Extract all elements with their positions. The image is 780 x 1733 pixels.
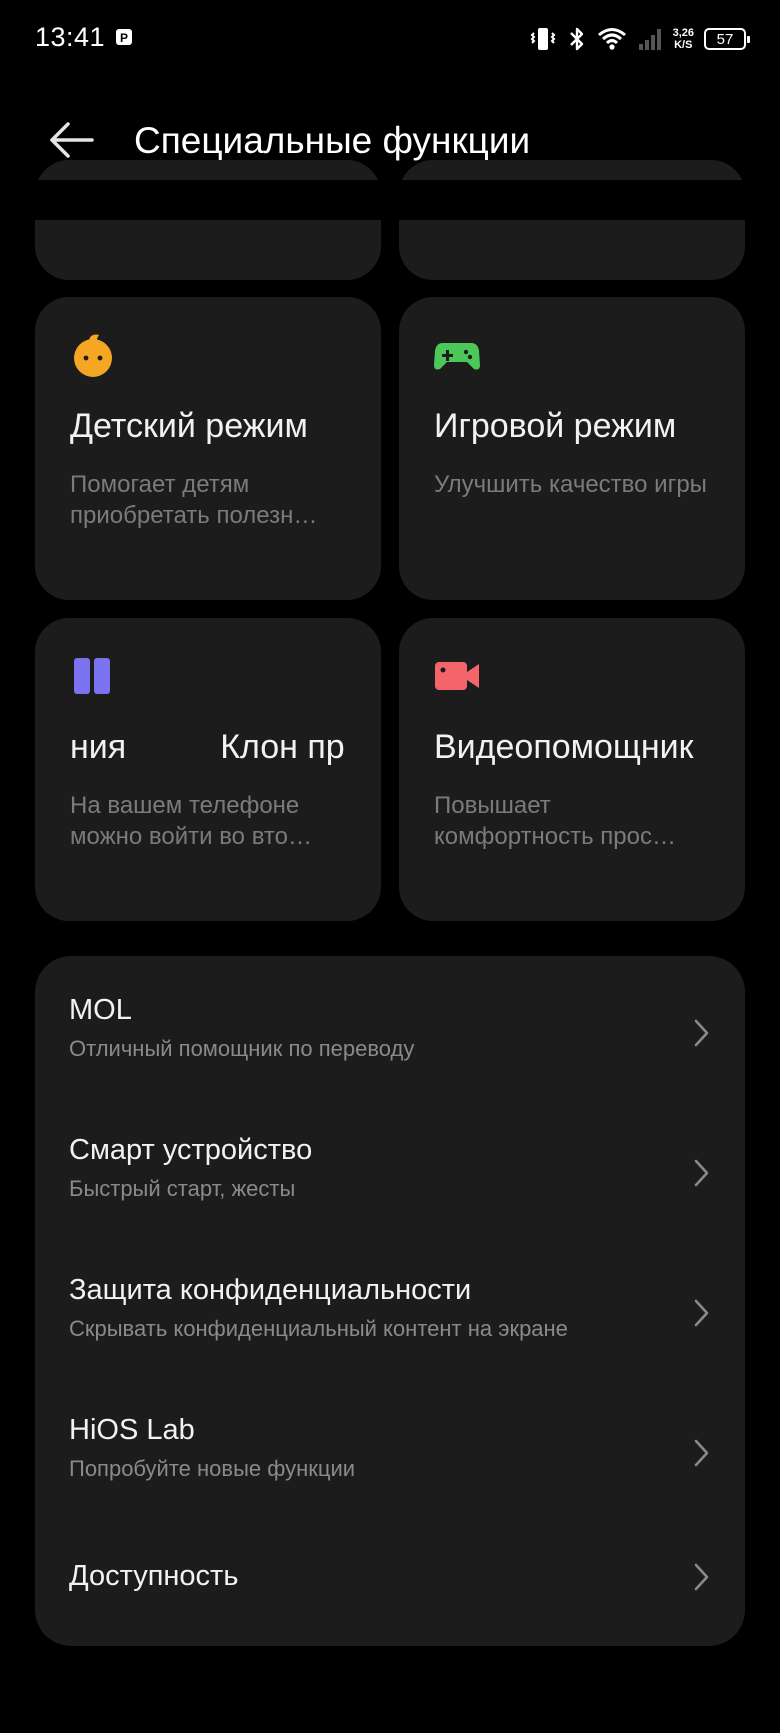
list-item-smart-device[interactable]: Смарт устройство Быстрый старт, жесты: [35, 1116, 745, 1236]
list-item-subtitle: Скрывать конфиденциальный контент на экр…: [69, 1316, 568, 1341]
chevron-right-icon: [694, 1439, 709, 1467]
battery-indicator: 57: [704, 28, 750, 50]
card-game-mode[interactable]: Игровой режим Улучшить качество игры: [399, 297, 745, 600]
list-item-mol[interactable]: MOL Отличный помощник по переводу: [35, 976, 745, 1096]
card-app-clone[interactable]: ния Клон пр На вашем телефоне можно войти…: [35, 618, 381, 921]
card-description: Улучшить качество игры: [434, 471, 707, 498]
list-item-subtitle: Отличный помощник по переводу: [69, 1036, 415, 1061]
parking-app-icon: P: [116, 29, 132, 45]
status-bar: 13:41 P 3,26 K/S 57: [0, 0, 780, 80]
gamepad-icon: [434, 343, 480, 370]
card-title-part1: ния: [70, 728, 127, 766]
svg-text:P: P: [120, 31, 128, 45]
list-item-accessibility[interactable]: Доступность: [35, 1536, 745, 1656]
card-title-marquee: ния Клон пр: [70, 728, 381, 772]
card-title-part2: Клон пр: [220, 728, 345, 766]
partial-card-right[interactable]: [399, 160, 745, 280]
wifi-icon: [597, 28, 626, 50]
vibrate-icon: [530, 28, 555, 50]
settings-list: MOL Отличный помощник по переводу Смарт …: [35, 956, 745, 1646]
list-item-title: Защита конфиденциальности: [69, 1274, 472, 1306]
back-arrow-icon[interactable]: [46, 118, 96, 162]
card-description: Повышает комфортность прос…: [434, 792, 676, 850]
card-video-assistant[interactable]: Видеопомощник Повышает комфортность прос…: [399, 618, 745, 921]
cell-signal-icon: [638, 29, 661, 50]
list-item-privacy[interactable]: Защита конфиденциальности Скрывать конфи…: [35, 1256, 745, 1376]
list-item-subtitle: Попробуйте новые функции: [69, 1456, 356, 1481]
video-camera-icon: [435, 662, 479, 690]
card-description: На вашем телефоне можно войти во вто…: [70, 792, 312, 850]
status-time: 13:41: [35, 22, 106, 52]
chevron-right-icon: [694, 1563, 709, 1591]
card-description: Помогает детям приобретать полезн…: [70, 471, 318, 529]
card-title: Детский режим: [70, 407, 308, 445]
list-item-title: HiOS Lab: [69, 1414, 195, 1446]
partial-card-left[interactable]: [35, 160, 381, 280]
scroll-mask: [0, 180, 780, 220]
chevron-right-icon: [694, 1159, 709, 1187]
list-item-title: Смарт устройство: [69, 1134, 313, 1166]
list-item-title: MOL: [69, 994, 132, 1026]
list-item-title: Доступность: [69, 1560, 239, 1592]
chevron-right-icon: [694, 1019, 709, 1047]
dual-app-icon: [74, 658, 110, 694]
network-speed: 3,26 K/S: [672, 27, 694, 51]
card-title: Видеопомощник: [434, 728, 694, 766]
card-title: Игровой режим: [434, 407, 677, 445]
child-face-icon: [74, 334, 112, 377]
list-item-subtitle: Быстрый старт, жесты: [69, 1176, 296, 1201]
bluetooth-icon: [569, 27, 583, 51]
page-title: Специальные функции: [134, 120, 531, 161]
card-kid-mode[interactable]: Детский режим Помогает детям приобретать…: [35, 297, 381, 600]
chevron-right-icon: [694, 1299, 709, 1327]
list-item-hios-lab[interactable]: HiOS Lab Попробуйте новые функции: [35, 1396, 745, 1516]
